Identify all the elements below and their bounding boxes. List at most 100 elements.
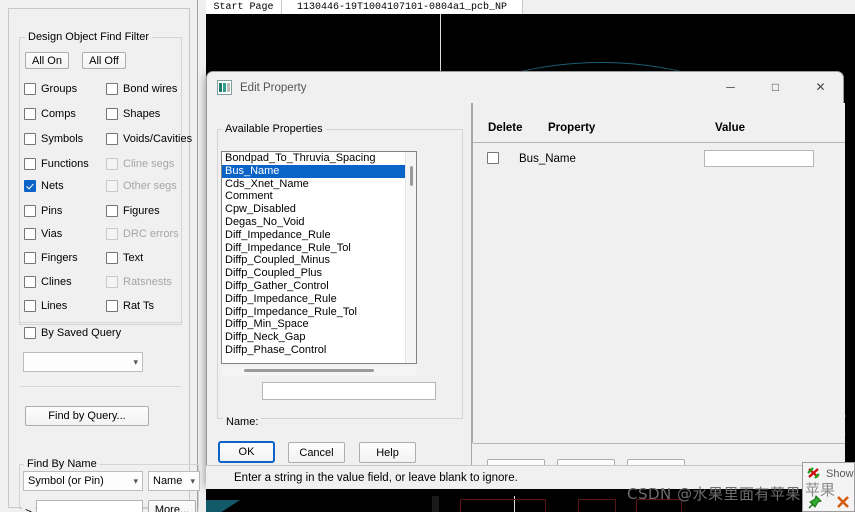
list-item[interactable]: Bus_Name: [222, 164, 416, 178]
match-mode-select[interactable]: Name ▾: [148, 471, 200, 491]
table-row[interactable]: Bus_Name: [473, 142, 845, 174]
list-item[interactable]: Diffp_Phase_Control: [222, 344, 416, 357]
filter-label-shapes: Shapes: [123, 108, 161, 120]
list-item[interactable]: Diffp_Coupled_Plus: [222, 267, 416, 280]
filter-label-lines: Lines: [41, 300, 68, 312]
object-type-select[interactable]: Symbol (or Pin) ▾: [23, 471, 143, 491]
filter-label-drc-errors: DRC errors: [123, 228, 179, 240]
checkbox-symbols-box[interactable]: [24, 133, 36, 145]
pane-splitter[interactable]: [472, 103, 473, 443]
maximize-button[interactable]: □: [753, 72, 798, 102]
checkbox-drc-errors-box: [106, 228, 118, 240]
list-item[interactable]: Diff_Impedance_Rule: [222, 229, 416, 242]
list-item[interactable]: Cds_Xnet_Name: [222, 178, 416, 191]
list-item[interactable]: Diffp_Gather_Control: [222, 280, 416, 293]
checkbox-pins-box[interactable]: [24, 205, 36, 217]
checkbox-functions-box[interactable]: [24, 158, 36, 170]
filter-label-bond-wires: Bond wires: [123, 83, 178, 95]
filter-checkbox-text[interactable]: Text: [106, 252, 143, 264]
filter-checkbox-functions[interactable]: Functions: [24, 158, 89, 170]
list-item[interactable]: Diffp_Min_Space: [222, 318, 416, 331]
checkbox-groups-box[interactable]: [24, 83, 36, 95]
dialog-title-bar[interactable]: Edit Property ─ □ ✕: [207, 72, 843, 103]
pcb-outline-rect-2: [578, 499, 616, 512]
list-item[interactable]: Diffp_Neck_Gap: [222, 331, 416, 344]
filter-checkbox-bond-wires[interactable]: Bond wires: [106, 83, 177, 95]
filter-checkbox-vias[interactable]: Vias: [24, 228, 62, 240]
name-filter-input[interactable]: [36, 500, 143, 512]
all-off-button[interactable]: All Off: [82, 52, 126, 69]
checkbox-voids-cavities-box[interactable]: [106, 133, 118, 145]
list-item[interactable]: Bondpad_To_Thruvia_Spacing: [222, 152, 416, 165]
filter-checkbox-symbols[interactable]: Symbols: [24, 133, 83, 145]
list-item[interactable]: Diffp_Impedance_Rule: [222, 293, 416, 306]
listbox-horizontal-scrollbar-thumb[interactable]: [244, 369, 374, 372]
checkbox-cline-segs-box: [106, 158, 118, 170]
filter-checkbox-comps[interactable]: Comps: [24, 108, 76, 120]
saved-query-combo[interactable]: ▾: [23, 352, 143, 372]
list-item[interactable]: Cpw_Disabled: [222, 203, 416, 216]
pcb-vertical-guide-1: [440, 14, 441, 78]
listbox-horizontal-scrollbar[interactable]: [222, 366, 416, 376]
minimize-button[interactable]: ─: [708, 72, 753, 102]
tab-pcb-document[interactable]: 1130446-19T1004107101-0804a1_pcb_NP: [282, 0, 523, 14]
checkbox-vias-box[interactable]: [24, 228, 36, 240]
filter-checkbox-rat-ts[interactable]: Rat Ts: [106, 300, 154, 312]
filter-label-groups: Groups: [41, 83, 78, 95]
cancel-button[interactable]: Cancel: [288, 442, 345, 463]
pcb-outline-rect-1: [460, 499, 546, 512]
all-on-button[interactable]: All On: [25, 52, 69, 69]
checkbox-text-box[interactable]: [106, 252, 118, 264]
filter-checkbox-clines[interactable]: Clines: [24, 276, 72, 288]
filter-checkbox-pins[interactable]: Pins: [24, 205, 62, 217]
checkbox-rat-ts-box[interactable]: [106, 300, 118, 312]
row-delete-checkbox[interactable]: [487, 152, 499, 164]
row-property-name: Bus_Name: [519, 153, 576, 165]
name-filter-expand-arrow[interactable]: >: [22, 505, 36, 512]
checkbox-clines-box[interactable]: [24, 276, 36, 288]
pin-and-close-row[interactable]: [807, 494, 851, 510]
close-x-icon[interactable]: [835, 494, 851, 510]
find-panel-inner: Design Object Find Filter All On All Off…: [8, 8, 200, 512]
list-item[interactable]: Diffp_Impedance_Rule_Tol: [222, 306, 416, 319]
row-value-input[interactable]: [704, 150, 814, 167]
list-item[interactable]: Comment: [222, 190, 416, 203]
help-button[interactable]: Help: [359, 442, 416, 463]
property-value-pane: Delete Property Value Bus_Name Reset App…: [473, 103, 845, 486]
checkbox-by-saved-query-box[interactable]: [24, 327, 36, 339]
pushpin-icon[interactable]: [807, 494, 823, 510]
filter-checkbox-nets[interactable]: Nets: [24, 180, 64, 192]
filter-checkbox-shapes[interactable]: Shapes: [106, 108, 160, 120]
filter-label-cline-segs: Cline segs: [123, 158, 175, 170]
name-field-label: Name:: [223, 416, 262, 428]
by-saved-query-checkbox[interactable]: By Saved Query: [24, 327, 121, 339]
name-input[interactable]: [262, 382, 436, 400]
filter-checkbox-figures[interactable]: Figures: [106, 205, 160, 217]
close-button[interactable]: ✕: [798, 72, 843, 102]
list-item[interactable]: Degas_No_Void: [222, 216, 416, 229]
floating-show-palette[interactable]: Show 苹果: [802, 462, 855, 512]
listbox-vertical-scrollbar[interactable]: [405, 152, 416, 363]
button-row-separator: [473, 443, 845, 444]
checkbox-shapes-box[interactable]: [106, 108, 118, 120]
list-item[interactable]: Diffp_Coupled_Minus: [222, 254, 416, 267]
list-item[interactable]: Diff_Impedance_Rule_Tol: [222, 242, 416, 255]
checkbox-fingers-box[interactable]: [24, 252, 36, 264]
column-header-value: Value: [715, 122, 746, 134]
find-by-query-button[interactable]: Find by Query...: [25, 406, 149, 426]
tab-start-page[interactable]: Start Page: [206, 0, 282, 14]
filter-checkbox-lines[interactable]: Lines: [24, 300, 67, 312]
more-button[interactable]: More...: [148, 500, 196, 512]
listbox-vertical-scrollbar-thumb[interactable]: [410, 166, 413, 186]
filter-checkbox-groups[interactable]: Groups: [24, 83, 77, 95]
checkbox-nets-box[interactable]: [24, 180, 36, 192]
checkbox-bond-wires-box[interactable]: [106, 83, 118, 95]
filter-checkbox-fingers[interactable]: Fingers: [24, 252, 78, 264]
filter-checkbox-voids-cavities[interactable]: Voids/Cavities: [106, 133, 192, 145]
filter-label-comps: Comps: [41, 108, 76, 120]
checkbox-lines-box[interactable]: [24, 300, 36, 312]
checkbox-figures-box[interactable]: [106, 205, 118, 217]
available-properties-listbox[interactable]: Bondpad_To_Thruvia_Spacing Bus_Name Cds_…: [221, 151, 417, 364]
checkbox-comps-box[interactable]: [24, 108, 36, 120]
ok-button[interactable]: OK: [218, 441, 275, 463]
